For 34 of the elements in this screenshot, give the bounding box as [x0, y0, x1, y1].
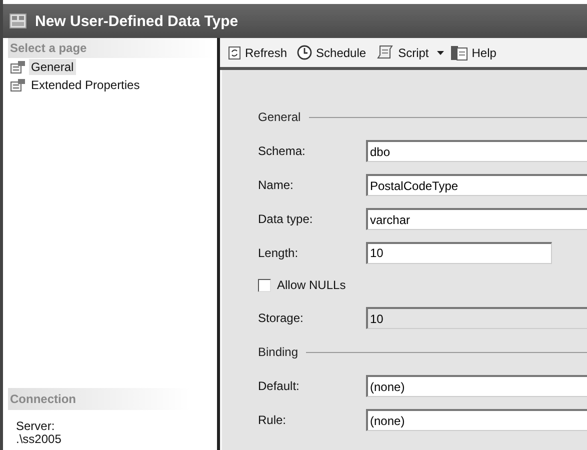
input-field[interactable]: (none) [366, 375, 587, 397]
help-button[interactable]: Help [448, 42, 498, 62]
refresh-icon [228, 46, 241, 60]
checkbox[interactable] [258, 278, 271, 292]
page-list-item[interactable]: General [29, 59, 76, 75]
scroll-icon [376, 45, 394, 60]
input-field[interactable]: 10 [366, 242, 552, 264]
app-icon [9, 13, 27, 29]
script-button[interactable]: Script [374, 43, 431, 62]
field-label: Name: [258, 178, 294, 192]
dropdown-arrow-icon[interactable] [436, 50, 444, 54]
properties-icon [10, 78, 26, 92]
field-label: Schema: [258, 144, 306, 158]
input-field[interactable]: (none) [366, 409, 587, 431]
refresh-button[interactable]: Refresh [226, 44, 290, 62]
section-label: General [258, 110, 301, 124]
clock-icon [297, 45, 312, 60]
input-field[interactable]: varchar [366, 208, 587, 230]
field-label: Data type: [258, 212, 314, 226]
field-label: Rule: [258, 413, 288, 427]
connection-text: Server: [16, 420, 56, 433]
help-book-icon [450, 44, 468, 60]
input-field[interactable]: dbo [366, 140, 587, 162]
window-title: New User-Defined Data Type [35, 12, 238, 30]
schedule-button[interactable]: Schedule [295, 43, 368, 62]
field-label: Storage: [258, 311, 304, 325]
properties-icon [10, 60, 26, 74]
checkbox-label: Allow NULLs [277, 278, 346, 292]
connection-text: .\ss2005 [16, 433, 62, 446]
page-list-item[interactable]: Extended Properties [29, 77, 142, 93]
field-label: Default: [258, 379, 300, 393]
input-field[interactable]: PostalCodeType [366, 174, 587, 196]
section-label: Binding [258, 345, 298, 359]
field-label: Length: [258, 246, 300, 260]
